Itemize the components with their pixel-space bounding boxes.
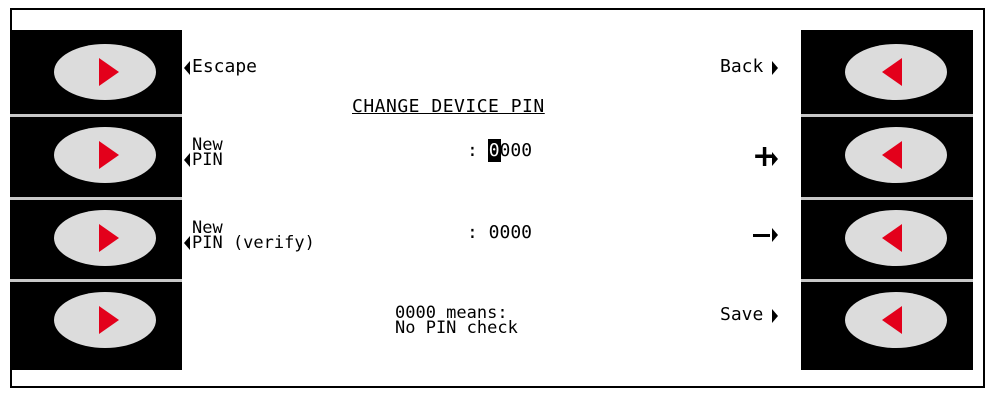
pointer-right-icon [772, 152, 778, 166]
softkey-left-4[interactable] [54, 292, 156, 348]
hint-line2: No PIN check [395, 318, 518, 338]
arrow-left-icon [882, 58, 902, 86]
new-pin-field[interactable]: : 0000 [467, 139, 533, 162]
pointer-right-icon [772, 309, 778, 323]
new-pin-cursor-digit: 0 [487, 139, 501, 162]
pointer-right-icon [772, 61, 778, 75]
softkey-right-2-increment[interactable] [845, 127, 947, 183]
softkey-left-3-verify-pin[interactable] [54, 210, 156, 266]
row-separator [10, 114, 182, 117]
back-label: Back [720, 56, 764, 77]
pointer-left-icon [184, 153, 190, 167]
pointer-left-icon [184, 236, 190, 250]
verify-pin-label-line2: PIN (verify) [192, 233, 315, 253]
row-separator [801, 197, 973, 200]
row-separator [10, 279, 182, 282]
arrow-right-icon [99, 306, 119, 334]
arrow-left-icon [882, 306, 902, 334]
right-softkey-panel [801, 30, 973, 370]
new-pin-separator: : [467, 140, 489, 161]
row-separator [801, 279, 973, 282]
minus-icon: − [753, 234, 770, 237]
new-pin-label-line2: PIN [192, 150, 223, 170]
escape-label: Escape [192, 56, 258, 77]
device-display: Escape Back CHANGE DEVICE PIN New PIN : … [182, 38, 801, 368]
pointer-right-icon [772, 228, 778, 242]
softkey-left-1-escape[interactable] [54, 44, 156, 100]
softkey-left-2-new-pin[interactable] [54, 127, 156, 183]
save-label: Save [720, 304, 764, 325]
new-pin-remaining-digits: 000 [499, 140, 533, 161]
arrow-right-icon [99, 224, 119, 252]
softkey-right-3-decrement[interactable] [845, 210, 947, 266]
arrow-right-icon [99, 141, 119, 169]
row-separator [801, 114, 973, 117]
left-softkey-panel [10, 30, 182, 370]
softkey-right-1-back[interactable] [845, 44, 947, 100]
softkey-right-4-save[interactable] [845, 292, 947, 348]
arrow-left-icon [882, 141, 902, 169]
page-title: CHANGE DEVICE PIN [352, 96, 545, 117]
arrow-left-icon [882, 224, 902, 252]
row-separator [10, 197, 182, 200]
arrow-right-icon [99, 58, 119, 86]
verify-pin-field[interactable]: : 0000 [467, 224, 532, 242]
pointer-left-icon [184, 61, 190, 75]
